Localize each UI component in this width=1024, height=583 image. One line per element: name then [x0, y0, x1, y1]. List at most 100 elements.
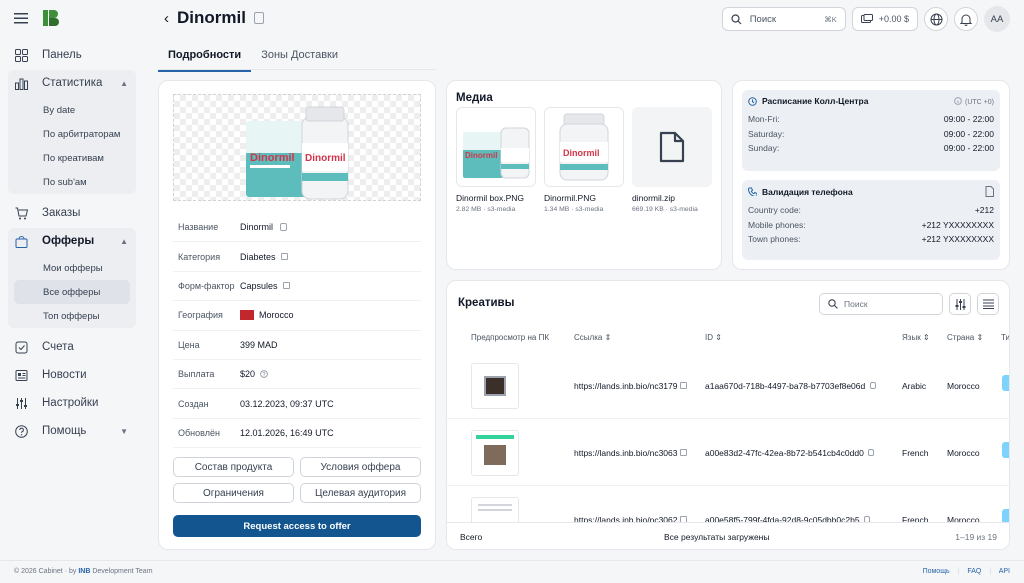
- external-link-icon[interactable]: [280, 253, 288, 261]
- balance-value: +0.00 $: [878, 14, 909, 24]
- copy-icon[interactable]: [868, 449, 875, 456]
- language-button[interactable]: [924, 7, 948, 31]
- footer-link-help[interactable]: Помощь: [923, 568, 950, 575]
- page-footer: © 2026 Cabinet · by INB Development Team…: [0, 560, 1024, 583]
- creative-language: French: [902, 448, 929, 458]
- footer-link-api[interactable]: API: [999, 568, 1010, 575]
- tab-details[interactable]: Подробности: [158, 44, 252, 72]
- sidebar-item-orders[interactable]: Заказы: [8, 200, 136, 226]
- offer-terms-button[interactable]: Условия оффера: [300, 457, 421, 477]
- sidebar-subitem-by-subs[interactable]: По sub'ам: [8, 170, 136, 194]
- copy-icon[interactable]: [869, 382, 876, 389]
- notifications-button[interactable]: [954, 7, 978, 31]
- help-icon[interactable]: [260, 370, 268, 379]
- sort-icon: ⇕: [715, 333, 722, 342]
- copyright-text: © 2026 Cabinet · by: [14, 568, 77, 575]
- copy-icon[interactable]: [280, 223, 288, 232]
- back-icon[interactable]: ‹: [164, 10, 169, 27]
- sidebar-subitem-by-creatives[interactable]: По креативам: [8, 146, 136, 170]
- creatives-title: Креативы: [458, 297, 515, 309]
- product-image[interactable]: Dinormil Dinormil: [173, 94, 421, 201]
- external-link-icon[interactable]: [679, 382, 687, 389]
- menu-icon[interactable]: [14, 12, 28, 24]
- sidebar-item-news[interactable]: Новости: [8, 362, 136, 388]
- creatives-table-footer: Всего Все результаты загружены 1–19 из 1…: [447, 522, 1009, 549]
- media-thumbnail[interactable]: Dinormil: [456, 107, 536, 187]
- media-thumbnail[interactable]: Dinormil: [544, 107, 624, 187]
- sidebar-item-settings[interactable]: Настройки: [8, 390, 136, 416]
- sidebar-subitem-by-arbitrators[interactable]: По арбитраторам: [8, 122, 136, 146]
- column-header-country[interactable]: Страна ⇕: [947, 333, 983, 342]
- restrictions-button[interactable]: Ограничения: [173, 483, 294, 503]
- sidebar-subitem-all-offers[interactable]: Все офферы: [14, 280, 130, 304]
- avatar[interactable]: AA: [984, 6, 1010, 32]
- detail-value[interactable]: Diabetes: [240, 252, 276, 262]
- id-text: a1aa670d-718b-4497-ba78-b7703ef8e06d: [705, 381, 866, 391]
- target-audience-button[interactable]: Целевая аудитория: [300, 483, 421, 503]
- sidebar: Панель Статистика ▲ By date По арбитрато…: [0, 0, 144, 560]
- media-item[interactable]: Dinormil Dinormil box.PNG 2.82 MB · s3-m…: [456, 107, 536, 213]
- creatives-card: Креативы Поиск Предпросмотр на ПК Ссылка…: [446, 280, 1010, 550]
- creative-link[interactable]: https://lands.inb.bio/nc3179: [574, 381, 687, 391]
- sidebar-item-statistics[interactable]: Статистика ▲: [8, 70, 136, 96]
- column-header-language[interactable]: Язык ⇕: [902, 333, 930, 342]
- media-meta: 669.19 KB · s3-media: [632, 206, 698, 213]
- chevron-down-icon: ▼: [120, 426, 128, 436]
- column-label: Страна: [947, 333, 975, 342]
- schedule-hours: 09:00 - 22:00: [943, 128, 994, 139]
- detail-value[interactable]: Capsules: [240, 281, 278, 291]
- detail-value: 12.01.2026, 16:49 UTC: [240, 427, 334, 438]
- detail-label: Название: [178, 222, 219, 233]
- chart-icon: [14, 76, 28, 90]
- sidebar-item-offers[interactable]: Офферы ▲: [8, 228, 136, 254]
- media-item[interactable]: Dinormil Dinormil.PNG 1.34 MB · s3-media: [544, 107, 624, 213]
- balance-button[interactable]: +0.00 $: [851, 7, 918, 31]
- sidebar-item-label: Новости: [42, 369, 87, 381]
- sidebar-subitem-top-offers[interactable]: Топ офферы: [8, 304, 136, 328]
- timezone-label: (UTC +0): [965, 98, 994, 106]
- detail-value: Morocco: [259, 310, 294, 321]
- media-meta: 1.34 MB · s3-media: [544, 206, 604, 213]
- table-row[interactable]: https://lands.inb.bio/nc3063 a00e83d2-47…: [447, 420, 1009, 486]
- chevron-up-icon: ▲: [120, 78, 128, 88]
- column-header-id[interactable]: ID ⇕: [705, 333, 722, 342]
- sidebar-item-invoices[interactable]: Счета: [8, 334, 136, 360]
- sidebar-subitem-by-date[interactable]: By date: [8, 98, 136, 122]
- thumb-brand-text: Dinormil: [465, 151, 497, 160]
- search-icon: [828, 299, 838, 309]
- creative-id: a00e83d2-47fc-42ea-8b72-b541cb4c0dd0: [705, 448, 875, 458]
- sort-icon: ⇕: [604, 333, 612, 342]
- creatives-search-input[interactable]: Поиск: [819, 293, 943, 315]
- phone-value: +212 YXXXXXXXX: [921, 234, 994, 244]
- creative-preview[interactable]: [471, 430, 519, 476]
- detail-label: Категория: [178, 251, 221, 262]
- global-search-input[interactable]: Поиск ⌘K: [721, 7, 846, 31]
- sidebar-item-help[interactable]: Помощь ▼: [8, 418, 136, 444]
- detail-row-created: Создан 03.12.2023, 09:37 UTC: [173, 389, 421, 419]
- footer-link-faq[interactable]: FAQ: [967, 568, 981, 575]
- schedule-hours: 09:00 - 22:00: [943, 143, 994, 153]
- document-icon[interactable]: [985, 186, 994, 197]
- creative-link[interactable]: https://lands.inb.bio/nc3063: [574, 448, 687, 458]
- media-title: Медиа: [456, 92, 493, 104]
- table-row[interactable]: https://lands.inb.bio/nc3179 a1aa670d-71…: [447, 353, 1009, 419]
- creative-id: a1aa670d-718b-4497-ba78-b7703ef8e06d: [705, 381, 876, 391]
- external-link-icon[interactable]: [282, 282, 290, 290]
- filter-button[interactable]: [949, 293, 971, 315]
- copyright: © 2026 Cabinet · by INB Development Team: [14, 568, 153, 575]
- columns-button[interactable]: [977, 293, 999, 315]
- tab-delivery-zones[interactable]: Зоны Доставки: [251, 44, 348, 72]
- sidebar-subitem-my-offers[interactable]: Мои офферы: [8, 256, 136, 280]
- media-thumbnail[interactable]: [632, 107, 712, 187]
- logo[interactable]: [42, 9, 60, 27]
- request-access-button[interactable]: Request access to offer: [173, 515, 421, 537]
- copy-icon[interactable]: [253, 12, 264, 24]
- phone-row: Mobile phones: +212 YXXXXXXXX: [748, 220, 994, 235]
- external-link-icon[interactable]: [679, 449, 687, 456]
- column-header-link[interactable]: Ссылка ⇕: [574, 333, 611, 342]
- creative-preview[interactable]: [471, 363, 519, 409]
- product-card: Dinormil Dinormil Название Dinormil Кате…: [158, 80, 436, 550]
- product-composition-button[interactable]: Состав продукта: [173, 457, 294, 477]
- media-item[interactable]: dinormil.zip 669.19 KB · s3-media: [632, 107, 712, 213]
- sidebar-item-dashboard[interactable]: Панель: [8, 42, 136, 68]
